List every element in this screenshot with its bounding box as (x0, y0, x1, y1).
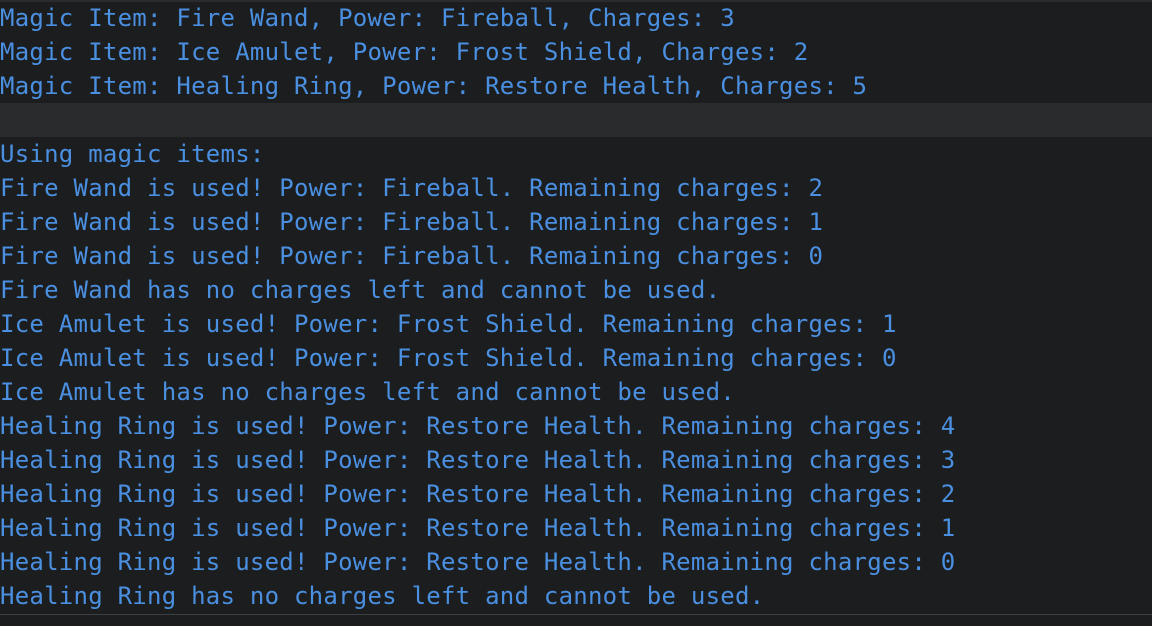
usage-header: Using magic items: (0, 140, 265, 168)
inventory-line-ice-amulet: Magic Item: Ice Amulet, Power: Frost Shi… (0, 38, 809, 66)
bottom-divider (0, 614, 1152, 615)
terminal-output: Magic Item: Fire Wand, Power: Fireball, … (0, 0, 1152, 626)
usage-line: Ice Amulet is used! Power: Frost Shield.… (0, 310, 897, 338)
usage-line: Fire Wand has no charges left and cannot… (0, 276, 721, 304)
usage-line: Healing Ring is used! Power: Restore Hea… (0, 446, 956, 474)
usage-line: Healing Ring is used! Power: Restore Hea… (0, 514, 956, 542)
inventory-line-healing-ring: Magic Item: Healing Ring, Power: Restore… (0, 72, 868, 100)
usage-line: Healing Ring is used! Power: Restore Hea… (0, 412, 956, 440)
usage-line: Fire Wand is used! Power: Fireball. Rema… (0, 242, 824, 270)
usage-line: Ice Amulet has no charges left and canno… (0, 378, 735, 406)
usage-line: Healing Ring is used! Power: Restore Hea… (0, 548, 956, 576)
usage-line: Fire Wand is used! Power: Fireball. Rema… (0, 174, 824, 202)
usage-line: Healing Ring has no charges left and can… (0, 582, 765, 610)
inventory-line-fire-wand: Magic Item: Fire Wand, Power: Fireball, … (0, 4, 735, 32)
usage-line: Healing Ring is used! Power: Restore Hea… (0, 480, 956, 508)
usage-line: Fire Wand is used! Power: Fireball. Rema… (0, 208, 824, 236)
cursor-line-highlight (0, 103, 1152, 137)
usage-line: Ice Amulet is used! Power: Frost Shield.… (0, 344, 897, 372)
